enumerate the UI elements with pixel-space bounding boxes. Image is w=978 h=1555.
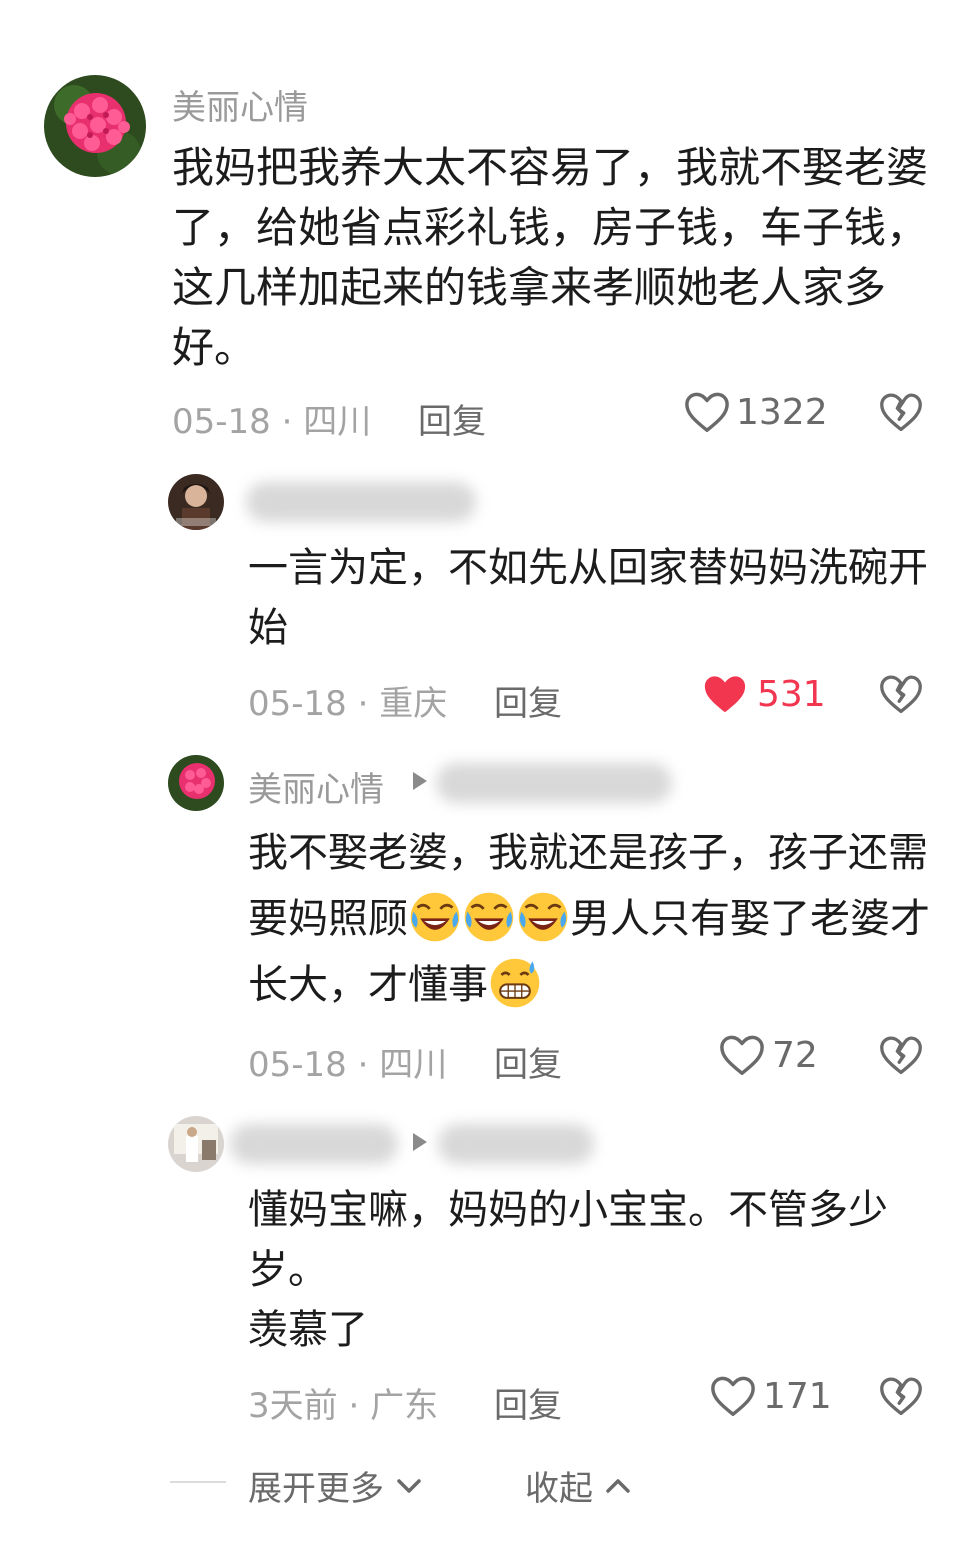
like-count: 171 <box>763 1376 832 1417</box>
dislike-button[interactable] <box>879 391 923 433</box>
meta-separator: · <box>348 1386 371 1426</box>
comment-text: 我不娶老婆，我就还是孩子，孩子还需要妈照顾 男人只有娶了老婆才长大，才懂事 <box>248 820 938 1018</box>
dislike-button[interactable] <box>879 673 923 715</box>
blurred-username <box>436 763 672 803</box>
comment-meta: 05-18 · 四川 <box>248 1037 447 1086</box>
comment-date: 05-18 <box>248 1045 347 1085</box>
meta-separator: · <box>357 1045 380 1085</box>
comment-location: 四川 <box>303 402 372 442</box>
reply-to-arrow-icon <box>413 1133 427 1151</box>
avatar[interactable] <box>168 1116 224 1172</box>
like-button[interactable] <box>710 1374 756 1418</box>
comment-location: 四川 <box>379 1045 448 1085</box>
like-count: 531 <box>757 674 826 715</box>
laughing-crying-emoji-icon <box>516 890 570 944</box>
expand-more-button[interactable]: 展开更多 <box>248 1461 424 1510</box>
comment-text: 一言为定，不如先从回家替妈妈洗碗开始 <box>248 545 928 651</box>
meta-separator: · <box>281 402 304 442</box>
comment-location: 重庆 <box>379 684 448 724</box>
comment-date: 3天前 <box>248 1386 338 1426</box>
like-button[interactable] <box>702 672 748 716</box>
comment-meta: 05-18 · 四川 <box>172 394 371 443</box>
divider-line <box>170 1481 226 1483</box>
laughing-crying-emoji-icon <box>462 890 516 944</box>
avatar[interactable] <box>168 755 224 811</box>
like-button[interactable] <box>684 390 730 434</box>
avatar[interactable] <box>44 75 146 177</box>
broken-heart-icon <box>880 1036 922 1075</box>
dislike-button[interactable] <box>879 1375 923 1417</box>
like-count: 1322 <box>736 392 828 433</box>
comment-meta: 05-18 · 重庆 <box>248 676 447 725</box>
chevron-up-icon <box>606 1478 630 1493</box>
broken-heart-icon <box>880 1377 922 1416</box>
dislike-button[interactable] <box>879 1034 923 1076</box>
grinning-sweat-emoji-icon <box>488 956 542 1010</box>
heart-outline-icon <box>720 1035 764 1075</box>
blurred-username <box>246 482 476 522</box>
like-count: 72 <box>772 1035 818 1076</box>
laughing-crying-emoji-icon <box>408 890 462 944</box>
comment-date: 05-18 <box>248 684 347 724</box>
avatar[interactable] <box>168 474 224 530</box>
comment-author[interactable]: 美丽心情 <box>248 762 384 811</box>
heart-outline-icon <box>711 1376 755 1416</box>
comment-date: 05-18 <box>172 402 271 442</box>
comment-meta: 3天前 · 广东 <box>248 1378 438 1427</box>
comment-text: 我妈把我养大太不容易了，我就不娶老婆了，给她省点彩礼钱，房子钱，车子钱，这几样加… <box>172 143 929 372</box>
like-button[interactable] <box>719 1033 765 1077</box>
chevron-down-icon <box>397 1478 421 1493</box>
broken-heart-icon <box>880 393 922 432</box>
heart-filled-icon <box>704 676 746 713</box>
comment-author[interactable]: 美丽心情 <box>172 80 308 129</box>
broken-heart-icon <box>880 675 922 714</box>
blurred-username <box>438 1124 594 1164</box>
reply-to-arrow-icon <box>413 772 427 790</box>
expand-more-label: 展开更多 <box>248 1469 384 1509</box>
reply-button[interactable]: 回复 <box>494 1037 562 1086</box>
reply-button[interactable]: 回复 <box>418 394 486 443</box>
collapse-label: 收起 <box>525 1469 593 1509</box>
reply-button[interactable]: 回复 <box>494 1378 562 1427</box>
comment-text: 懂妈宝嘛，妈妈的小宝宝。不管多少岁。 羡慕了 <box>248 1187 888 1353</box>
blurred-username <box>230 1124 398 1164</box>
reply-button[interactable]: 回复 <box>494 676 562 725</box>
heart-outline-icon <box>685 392 729 432</box>
meta-separator: · <box>357 684 380 724</box>
comment-location: 广东 <box>370 1386 439 1426</box>
collapse-button[interactable]: 收起 <box>525 1461 633 1510</box>
